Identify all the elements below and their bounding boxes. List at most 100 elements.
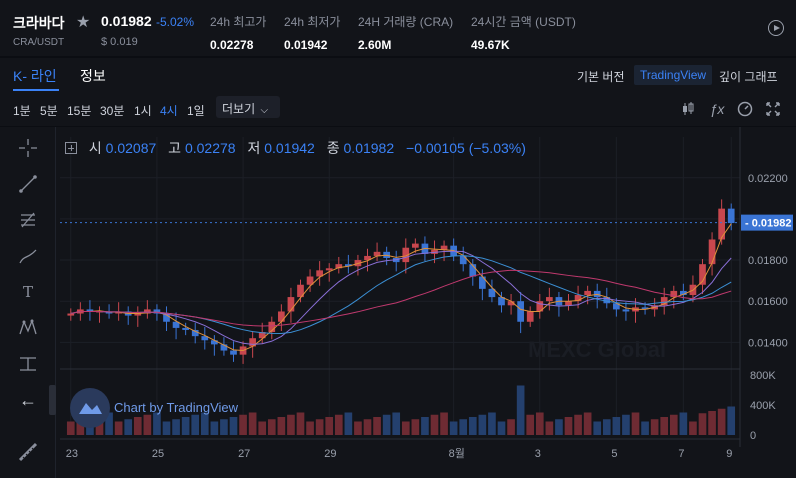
price-tick-label: 0.01400 [748, 337, 788, 349]
fib-tool-icon[interactable] [17, 209, 39, 231]
volume-bar [373, 417, 381, 435]
price-tick-label: 0.02200 [748, 173, 788, 185]
volume-tick-label: 400K [750, 400, 776, 412]
change-value: −0.00105 (−5.03%) [406, 140, 526, 156]
interval-4h[interactable]: 4시 [160, 102, 178, 119]
volume-bar [354, 421, 362, 435]
ruler-icon[interactable] [17, 441, 39, 463]
volume-bar [689, 421, 697, 435]
price-change: -5.02% [156, 15, 195, 29]
volume-bar [516, 385, 525, 435]
close-label: 종 [326, 140, 340, 156]
price-chart[interactable]: 0.022000.020000.018000.016000.01400- 0.0… [0, 127, 796, 478]
time-tick-label: 8월 [449, 447, 465, 460]
candle-body [412, 243, 419, 248]
high-value: 0.02278 [184, 140, 236, 156]
volume-bar [468, 417, 477, 435]
tradingview-credit[interactable]: Chart by TradingView [114, 400, 238, 415]
play-icon[interactable] [768, 20, 784, 36]
interval-30m[interactable]: 30분 [100, 102, 124, 119]
candle-body [67, 313, 75, 316]
volume-tick-label: 800K [750, 370, 776, 382]
time-tick-label: 9 [726, 448, 732, 460]
candle-body [584, 290, 591, 296]
measure-icon[interactable] [17, 353, 39, 375]
chart-area[interactable]: 0.022000.020000.018000.016000.01400- 0.0… [0, 127, 796, 478]
volume-tick-label: 0 [750, 430, 756, 442]
back-arrow-icon[interactable]: ← [17, 389, 39, 411]
expand-legend-icon[interactable] [65, 142, 77, 154]
volume-bar [296, 412, 305, 435]
candle-body [622, 309, 630, 312]
stat-24h-high: 24h 최고가 0.02278 [210, 13, 266, 52]
volume-bar [660, 417, 669, 435]
tab-kline[interactable]: K- 라인 [13, 66, 57, 86]
view-basic[interactable]: 기본 버전 [577, 68, 625, 85]
stat-value: 2.60M [358, 38, 392, 52]
interval-15m[interactable]: 15분 [67, 102, 91, 119]
pattern-icon[interactable] [17, 317, 39, 339]
close-value: 0.01982 [343, 140, 395, 156]
volume-bar [220, 419, 228, 435]
exchange-watermark: MEXC Global [528, 337, 667, 362]
drawing-toolbar: T ← [0, 127, 56, 478]
interval-5m[interactable]: 5분 [40, 102, 58, 119]
candle-body [230, 350, 237, 355]
time-tick-label: 23 [66, 448, 78, 460]
volume-bar [229, 417, 238, 435]
stat-value: 49.67K [471, 38, 510, 52]
interval-1m[interactable]: 1분 [13, 102, 31, 119]
high-label: 고 [168, 140, 182, 156]
volume-bar [430, 414, 439, 435]
volume-bar [315, 419, 324, 435]
volume-bar [124, 419, 133, 435]
tradingview-logo-icon[interactable] [70, 388, 110, 428]
volume-bar [181, 417, 190, 435]
view-tradingview[interactable]: TradingView [634, 65, 713, 85]
stat-label: 24h 최고가 [210, 15, 267, 29]
trading-pair: CRA/USDT [13, 37, 65, 48]
volume-bar [488, 412, 496, 435]
volume-bar [631, 412, 640, 435]
favorite-star-icon[interactable]: ★ [76, 12, 90, 32]
brush-icon[interactable] [17, 245, 39, 267]
candle-body [517, 301, 524, 322]
candle-type-icon[interactable] [680, 101, 696, 117]
more-intervals-button[interactable]: 더보기 ⌵ [216, 96, 280, 118]
crosshair-icon[interactable] [17, 137, 39, 159]
price-tick-label: 0.01800 [748, 255, 788, 267]
volume-bar [622, 414, 630, 435]
text-tool-icon[interactable]: T [17, 281, 39, 303]
last-price-label: - 0.01982 [745, 218, 791, 230]
stat-label: 24H 거래량 (CRA) [358, 15, 454, 29]
last-price: 0.01982 [101, 13, 152, 29]
volume-bar [277, 417, 286, 435]
candle-body [325, 268, 333, 271]
trendline-icon[interactable] [17, 173, 39, 195]
volume-bar [497, 421, 506, 435]
volume-bar [459, 419, 468, 435]
tab-info[interactable]: 정보 [80, 66, 106, 86]
volume-bar [440, 412, 448, 435]
interval-1d[interactable]: 1일 [187, 102, 205, 119]
volume-bar [401, 421, 410, 435]
volume-bar [191, 414, 200, 435]
indicator-fx-icon[interactable]: ƒx [709, 101, 725, 117]
volume-bar [612, 417, 621, 435]
ohlc-legend: 시 0.02087 고 0.02278 저 0.01942 종 0.01982 … [65, 138, 534, 158]
price-usd: $ 0.019 [101, 36, 138, 48]
low-label: 저 [247, 140, 261, 156]
volume-bar [143, 414, 152, 435]
volume-bar [545, 421, 554, 435]
volume-bar [583, 412, 592, 435]
interval-1h[interactable]: 1시 [134, 102, 152, 119]
time-tick-label: 3 [535, 448, 541, 460]
gauge-settings-icon[interactable] [737, 101, 753, 117]
view-depth[interactable]: 깊이 그래프 [719, 68, 778, 85]
chevron-down-icon: ⌵ [260, 105, 269, 116]
toolbar-collapse-handle[interactable] [49, 385, 56, 415]
volume-bar [114, 421, 123, 435]
fullscreen-icon[interactable] [765, 101, 781, 117]
chart-tabs: K- 라인 정보 기본 버전 TradingView 깊이 그래프 [0, 58, 796, 92]
stat-24h-low: 24h 최저가 0.01942 [284, 13, 340, 52]
